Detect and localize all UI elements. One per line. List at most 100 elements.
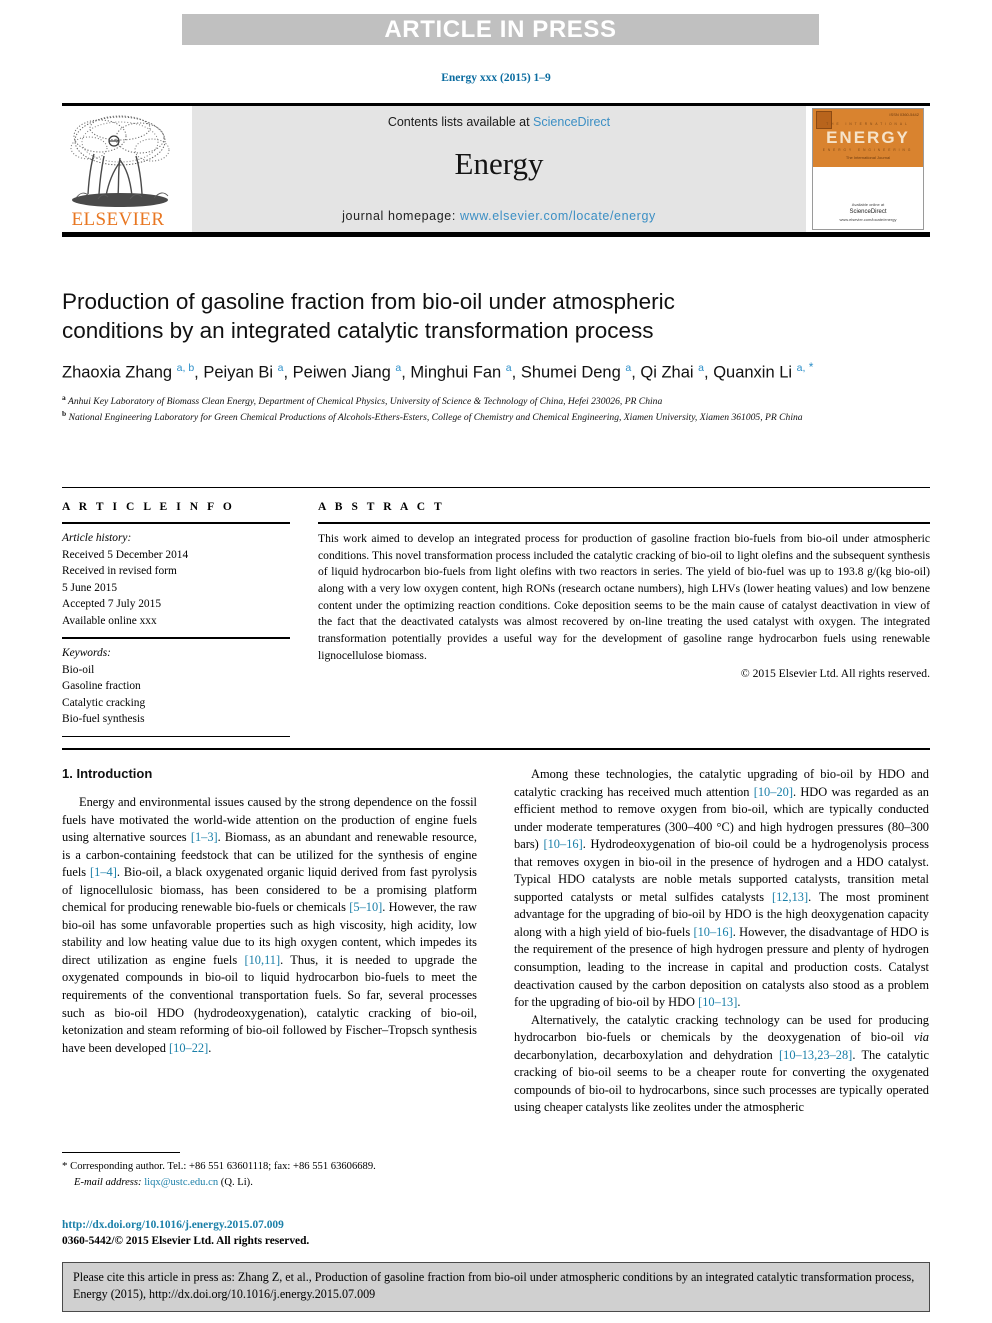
body-left-column: 1. Introduction Energy and environmental… <box>62 766 477 1117</box>
cover-footer-brand: ScienceDirect <box>849 209 887 215</box>
keywords-label: Keywords: <box>62 647 111 660</box>
journal-cover-thumbnail: ISSN 0360-5442 THE INTERNATIONAL JOURNAL… <box>812 108 924 230</box>
masthead-body: ELSEVIER Contents lists available at Sci… <box>62 106 930 232</box>
publisher-logo-area: ELSEVIER <box>62 106 192 232</box>
footnote-rule <box>62 1152 180 1153</box>
citation-reference-link[interactable]: [10–22] <box>169 1041 208 1055</box>
author-affiliation-mark: a <box>698 362 705 375</box>
affiliation-text: National Engineering Laboratory for Gree… <box>66 412 803 424</box>
citation-box: Please cite this article in press as: Zh… <box>62 1262 930 1312</box>
citation-reference-link[interactable]: [10,11] <box>244 953 280 967</box>
issn-copyright-line: 0360-5442/© 2015 Elsevier Ltd. All right… <box>62 1235 310 1248</box>
email-owner: (Q. Li). <box>218 1176 253 1188</box>
author-name: Quanxin Li <box>713 363 797 382</box>
article-history-line: Available online xxx <box>62 614 157 627</box>
article-history-lines: Received 5 December 2014 Received in revi… <box>62 547 290 630</box>
cover-footer-line2: www.elsevier.com/locate/energy <box>839 217 897 222</box>
email-address-label: E-mail address: <box>74 1176 142 1188</box>
journal-homepage-link[interactable]: www.elsevier.com/locate/energy <box>460 209 656 223</box>
keyword-item: Bio-fuel synthesis <box>62 713 145 726</box>
citation-reference-link[interactable]: [5–10] <box>349 900 382 914</box>
article-info-column: A R T I C L E I N F O Article history: R… <box>62 501 290 737</box>
keyword-item: Bio-oil <box>62 663 95 676</box>
info-abstract-zone: A R T I C L E I N F O Article history: R… <box>62 487 930 750</box>
citation-reference-link[interactable]: [12,13] <box>772 890 808 904</box>
elsevier-wordmark: ELSEVIER <box>71 209 165 230</box>
homepage-prefix: journal homepage: <box>342 209 460 223</box>
citation-reference-link[interactable]: [10–16] <box>543 837 582 851</box>
left-column-paragraphs: Energy and environmental issues caused b… <box>62 794 477 1057</box>
body-paragraph: Energy and environmental issues caused b… <box>62 795 478 1055</box>
abstract-copyright: © 2015 Elsevier Ltd. All rights reserved… <box>740 666 930 680</box>
cover-strip-top: THE INTERNATIONAL JOURNAL <box>826 122 910 126</box>
corresponding-author-mark: * <box>805 360 814 375</box>
email-link[interactable]: liqx@ustc.edu.cn <box>144 1177 218 1188</box>
journal-masthead: ELSEVIER Contents lists available at Sci… <box>62 103 930 237</box>
cover-title: ENERGY <box>826 128 910 147</box>
cover-issue-label: ISSN 0360-5442 <box>889 112 919 117</box>
author-list: Zhaoxia Zhang a, b, Peiyan Bi a, Peiwen … <box>62 360 814 382</box>
affiliation-text: Anhui Key Laboratory of Biomass Clean En… <box>65 396 663 408</box>
keywords-block: Keywords: Bio-oil Gasoline fraction Cataly… <box>62 639 290 736</box>
article-history-line: 5 June 2015 <box>62 581 118 594</box>
journal-title: Energy <box>454 146 544 181</box>
title-block: Production of gasoline fraction from bio… <box>62 288 930 425</box>
contents-list-line: Contents lists available at ScienceDirec… <box>192 115 806 129</box>
journal-cover-area: ISSN 0360-5442 THE INTERNATIONAL JOURNAL… <box>806 106 930 232</box>
abstract-text: This work aimed to develop an integrated… <box>318 532 930 662</box>
citation-reference-link[interactable]: [10–13,23–28] <box>779 1048 852 1062</box>
citation-reference-link[interactable]: [1–3] <box>191 830 218 844</box>
cover-footer: Available online at ScienceDirect www.el… <box>813 202 923 223</box>
keyword-item: Catalytic cracking <box>62 696 146 709</box>
section-heading-introduction: 1. Introduction <box>62 766 153 781</box>
citation-reference-link[interactable]: [10–20] <box>754 785 793 799</box>
body-right-column: Among these technologies, the catalytic … <box>514 766 929 1117</box>
doi-footer: http://dx.doi.org/10.1016/j.energy.2015.… <box>62 1217 562 1249</box>
page-title: Production of gasoline fraction from bio… <box>62 288 930 345</box>
article-info-rule-3 <box>62 735 290 737</box>
author-name: Peiyan Bi <box>203 363 278 382</box>
affiliation-list: a Anhui Key Laboratory of Biomass Clean … <box>62 393 930 425</box>
body-paragraph: Alternatively, the catalytic cracking te… <box>514 1012 930 1115</box>
footnote-corresponding-line: Corresponding author. Tel.: +86 551 6360… <box>67 1161 376 1172</box>
article-in-press-banner: ARTICLE IN PRESS <box>182 14 819 45</box>
article-history-line: Received 5 December 2014 <box>62 548 189 561</box>
keyword-lines: Bio-oil Gasoline fraction Catalytic cracki… <box>62 662 290 728</box>
cover-subtitle: The International Journal <box>845 155 891 160</box>
affiliation-entry: b National Engineering Laboratory for Gr… <box>62 409 930 425</box>
article-body: 1. Introduction Energy and environmental… <box>62 766 930 1117</box>
citation-text: Please cite this article in press as: Zh… <box>73 1270 915 1302</box>
author-name: Minghui Fan <box>410 363 506 382</box>
author-affiliation-mark: a <box>505 362 512 375</box>
article-history-line: Received in revised form <box>62 565 177 578</box>
journal-homepage-line: journal homepage: www.elsevier.com/locat… <box>192 209 806 223</box>
citation-reference-link[interactable]: [10–16] <box>693 925 732 939</box>
citation-reference-link[interactable]: [10–13] <box>698 995 737 1009</box>
author-affiliation-mark: a <box>395 362 402 375</box>
paper-title-line2: conditions by an integrated catalytic tr… <box>62 317 654 343</box>
author-name: Qi Zhai <box>640 363 699 382</box>
author-affiliation-mark: a, b <box>176 362 195 375</box>
keyword-item: Gasoline fraction <box>62 680 141 693</box>
article-history-line: Accepted 7 July 2015 <box>62 598 162 611</box>
article-in-press-label: ARTICLE IN PRESS <box>384 15 617 43</box>
masthead-rule-bottom <box>62 232 930 237</box>
footnote-text: * Corresponding author. Tel.: +86 551 63… <box>62 1159 477 1190</box>
cover-strip-bottom: ENERGY ENGINEERING SCIENCE POLICY <box>822 148 914 152</box>
doi-link[interactable]: http://dx.doi.org/10.1016/j.energy.2015.… <box>62 1217 562 1233</box>
author-affiliation-mark: a <box>625 362 632 375</box>
sciencedirect-link[interactable]: ScienceDirect <box>533 115 610 129</box>
masthead-center-panel: Contents lists available at ScienceDirec… <box>192 106 806 232</box>
info-zone-rule-bottom <box>62 747 930 750</box>
citation-reference-link[interactable]: [1–4] <box>90 865 117 879</box>
affiliation-entry: a Anhui Key Laboratory of Biomass Clean … <box>62 393 930 409</box>
contents-prefix: Contents lists available at <box>387 115 534 129</box>
article-history-label: Article history: <box>62 532 132 544</box>
article-info-heading: A R T I C L E I N F O <box>62 501 235 513</box>
italic-term: via <box>913 1030 929 1045</box>
author-name: Peiwen Jiang <box>292 363 396 382</box>
journal-reference-line: Energy xxx (2015) 1–9 <box>441 72 551 84</box>
body-paragraph: Among these technologies, the catalytic … <box>514 767 929 1010</box>
article-history-block: Article history: Received 5 December 201… <box>62 524 290 637</box>
corresponding-author-footnote: * Corresponding author. Tel.: +86 551 63… <box>62 1152 477 1190</box>
